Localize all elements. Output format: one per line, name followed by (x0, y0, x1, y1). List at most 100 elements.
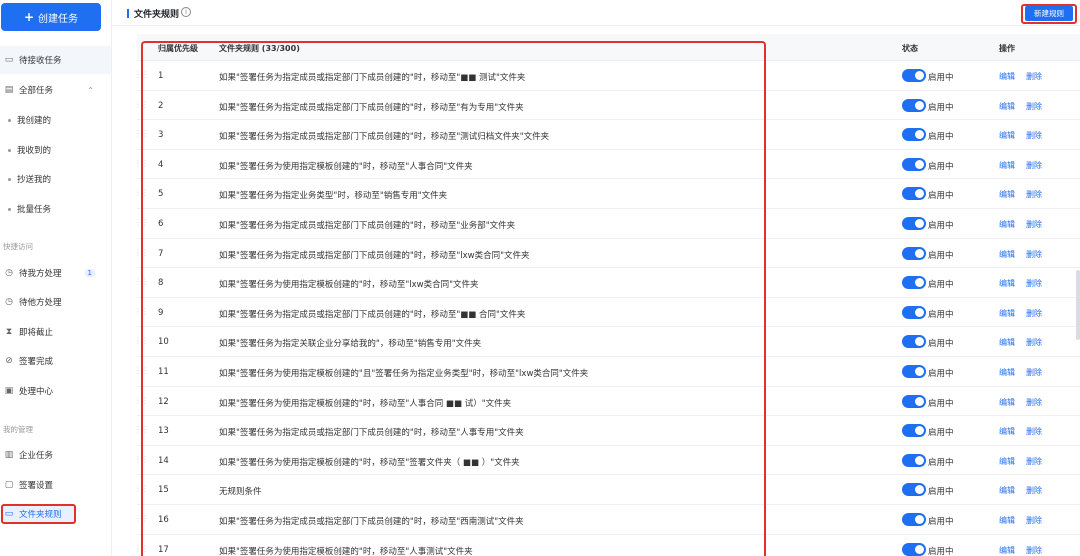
status-toggle[interactable] (902, 513, 926, 526)
edit-link[interactable]: 编辑 (999, 160, 1015, 171)
delete-link[interactable]: 删除 (1026, 367, 1042, 378)
sidebar-item-folder-rules[interactable]: ▭ 文件夹规则 (0, 504, 110, 524)
delete-link[interactable]: 删除 (1026, 249, 1042, 260)
status-toggle[interactable] (902, 69, 926, 82)
delete-link[interactable]: 删除 (1026, 456, 1042, 467)
status-text: 启用中 (928, 250, 954, 261)
plus-icon: + (23, 10, 35, 24)
status-text: 启用中 (928, 73, 954, 83)
sidebar-item-due-soon[interactable]: ⧗ 即将截止 (0, 322, 110, 342)
edit-link[interactable]: 编辑 (999, 189, 1015, 200)
status-toggle[interactable] (902, 305, 926, 319)
delete-link[interactable]: 删除 (1026, 71, 1042, 82)
edit-link[interactable]: 编辑 (999, 456, 1015, 467)
sidebar-item-label: 全部任务 (19, 86, 54, 96)
edit-link[interactable]: 编辑 (999, 545, 1015, 556)
sidebar-item-label: 企业任务 (19, 451, 54, 461)
sidebar-item-label: 我创建的 (17, 116, 52, 126)
edit-link[interactable]: 编辑 (999, 219, 1015, 230)
toggle-knob (915, 100, 924, 110)
create-task-label: 创建任务 (38, 13, 79, 25)
chevron-up-icon: ⌃ (87, 85, 94, 95)
new-rule-button[interactable]: 新建规则 (1025, 6, 1073, 21)
status-text: 启用中 (928, 339, 954, 350)
sidebar-item-label: 抄送我的 (17, 175, 52, 185)
toggle-knob (915, 159, 924, 169)
edit-link[interactable]: 编辑 (999, 426, 1015, 437)
inbox-icon: ▭ (4, 55, 14, 65)
status-toggle[interactable] (902, 542, 926, 556)
status-toggle[interactable] (902, 335, 926, 349)
status-toggle[interactable] (902, 217, 926, 230)
sidebar-item-pending-receive[interactable]: ▭ 待接收任务 (0, 50, 110, 70)
edit-link[interactable]: 编辑 (999, 278, 1015, 289)
toggle-knob (915, 544, 924, 554)
sidebar-item-cc-me[interactable]: 抄送我的 (0, 169, 110, 189)
sidebar-item-signed[interactable]: ⊘ 签署完成 (0, 351, 110, 371)
delete-link[interactable]: 删除 (1026, 426, 1042, 437)
sidebar-item-received[interactable]: 我收到的 (0, 140, 110, 160)
delete-link[interactable]: 删除 (1026, 130, 1042, 141)
delete-link[interactable]: 删除 (1026, 485, 1042, 496)
delete-link[interactable]: 删除 (1026, 545, 1042, 556)
status-toggle[interactable] (902, 453, 926, 467)
edit-link[interactable]: 编辑 (999, 337, 1015, 348)
status-toggle[interactable] (902, 187, 926, 201)
edit-link[interactable]: 编辑 (999, 249, 1015, 260)
sidebar-item-all-tasks[interactable]: ▤ 全部任务 ⌃ (0, 80, 110, 100)
sidebar-item-created-by-me[interactable]: 我创建的 (0, 110, 110, 130)
edit-link[interactable]: 编辑 (999, 485, 1015, 496)
edit-link[interactable]: 编辑 (999, 71, 1015, 82)
edit-link[interactable]: 编辑 (999, 367, 1015, 378)
delete-link[interactable]: 删除 (1026, 308, 1042, 319)
status-toggle[interactable] (902, 365, 926, 378)
sidebar-item-label: 签署设置 (19, 481, 54, 491)
delete-link[interactable]: 删除 (1026, 515, 1042, 526)
delete-link[interactable]: 删除 (1026, 219, 1042, 230)
status-toggle[interactable] (902, 128, 926, 142)
toggle-knob (915, 307, 924, 317)
page-header: 文件夹规则 i 新建规则 (112, 0, 1080, 26)
status-toggle[interactable] (902, 98, 926, 112)
status-text: 启用中 (928, 132, 954, 143)
status-text: 启用中 (928, 191, 954, 202)
sidebar-item-awaiting-us[interactable]: ◷ 待我方处理 1 (0, 263, 110, 283)
delete-link[interactable]: 删除 (1026, 278, 1042, 289)
folder-icon: ▭ (4, 509, 14, 519)
status-toggle[interactable] (902, 276, 926, 290)
bullet-icon (8, 148, 11, 152)
delete-link[interactable]: 删除 (1026, 160, 1042, 171)
toggle-knob (915, 485, 924, 495)
sidebar-item-sign-settings[interactable]: ▢ 签署设置 (0, 475, 110, 495)
title-accent-bar (127, 9, 129, 18)
edit-link[interactable]: 编辑 (999, 130, 1015, 141)
delete-link[interactable]: 删除 (1026, 397, 1042, 408)
toggle-knob (915, 130, 924, 140)
edit-link[interactable]: 编辑 (999, 397, 1015, 408)
edit-link[interactable]: 编辑 (999, 101, 1015, 112)
delete-link[interactable]: 删除 (1026, 337, 1042, 348)
sidebar-item-enterprise-tasks[interactable]: ▥ 企业任务 (0, 445, 110, 465)
quick-access-heading: 快捷访问 (3, 242, 33, 251)
status-toggle[interactable] (902, 246, 926, 260)
rules-highlight-box (141, 41, 766, 556)
toggle-knob (915, 515, 924, 524)
info-icon[interactable]: i (181, 7, 191, 17)
status-toggle[interactable] (902, 424, 926, 438)
scrollbar-thumb[interactable] (1076, 270, 1080, 340)
delete-link[interactable]: 删除 (1026, 189, 1042, 200)
sidebar-item-awaiting-others[interactable]: ◷ 待他方处理 (0, 292, 110, 312)
edit-link[interactable]: 编辑 (999, 515, 1015, 526)
sidebar-item-label: 签署完成 (19, 357, 54, 367)
delete-link[interactable]: 删除 (1026, 101, 1042, 112)
create-task-button[interactable]: + 创建任务 (1, 3, 101, 31)
sidebar-item-process-center[interactable]: ▣ 处理中心 (0, 381, 110, 401)
sidebar-item-batch[interactable]: 批量任务 (0, 199, 110, 219)
status-toggle[interactable] (902, 157, 926, 171)
status-toggle[interactable] (902, 483, 926, 497)
edit-link[interactable]: 编辑 (999, 308, 1015, 319)
status-toggle[interactable] (902, 394, 926, 408)
sidebar-item-label: 待他方处理 (19, 298, 62, 308)
status-text: 启用中 (928, 546, 954, 556)
toggle-knob (915, 278, 924, 288)
